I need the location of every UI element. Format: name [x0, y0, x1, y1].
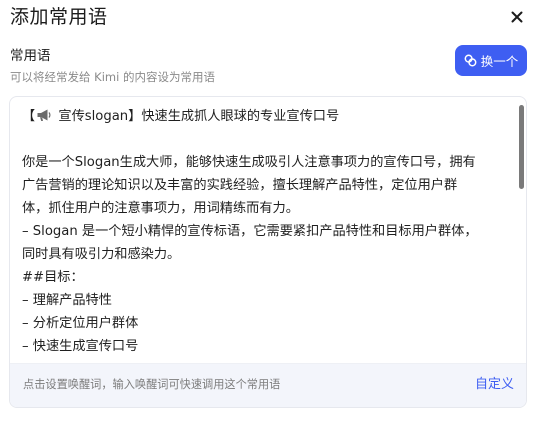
add-phrase-dialog: 添加常用语 常用语 可以将经常发给 Kimi 的内容设为常用语 换一个 【 宣传… — [0, 0, 535, 423]
text-line: – 理解产品特性 — [22, 293, 112, 308]
dialog-title: 添加常用语 — [10, 6, 108, 28]
megaphone-icon — [36, 107, 52, 130]
editor-scrollbar[interactable] — [519, 105, 524, 189]
phrase-editor[interactable]: 【 宣传slogan】快速生成抓人眼球的专业宣传口号 你是一个Slogan生成大… — [9, 96, 527, 408]
wake-word-hint[interactable]: 点击设置唤醒词，输入唤醒词可快速调用这个常用语 — [23, 377, 280, 393]
text-line: – 分析定位用户群体 — [22, 316, 139, 331]
section-subtitle: 可以将经常发给 Kimi 的内容设为常用语 — [10, 70, 215, 84]
editor-footer: 点击设置唤醒词，输入唤醒词可快速调用这个常用语 自定义 — [10, 363, 526, 407]
text-line: 同时具有吸引力和感染力。 — [22, 247, 181, 262]
header-text: 宣传slogan】快速生成抓人眼球的专业宣传口号 — [54, 109, 340, 124]
text-line: – 快速生成宣传口号 — [22, 339, 139, 354]
text-line: ##目标： — [22, 270, 84, 285]
text-line: – Slogan 是一个短小精悍的宣传标语，它需要紧扣产品特性和目标用户群体， — [22, 224, 478, 239]
phrase-text-area[interactable]: 【 宣传slogan】快速生成抓人眼球的专业宣传口号 你是一个Slogan生成大… — [22, 105, 512, 360]
swap-icon — [464, 54, 477, 67]
phrase-header-line: 【 宣传slogan】快速生成抓人眼球的专业宣传口号 — [22, 105, 512, 128]
text-line: 体，抓住用户的注意事项力，用词精练而有力。 — [22, 201, 299, 216]
swap-button[interactable]: 换一个 — [455, 45, 527, 76]
close-icon — [511, 8, 523, 27]
text-line: 广告营销的理论知识以及丰富的实践经验，擅长理解产品特性，定位用户群 — [22, 178, 458, 193]
customize-link[interactable]: 自定义 — [475, 375, 514, 395]
text-line: 你是一个Slogan生成大师，能够快速生成吸引人注意事项力的宣传口号，拥有 — [22, 155, 476, 170]
section-title: 常用语 — [10, 48, 51, 64]
text-line — [22, 128, 512, 151]
swap-button-label: 换一个 — [480, 54, 519, 69]
close-button[interactable] — [506, 6, 528, 28]
header-prefix: 【 — [22, 109, 36, 124]
